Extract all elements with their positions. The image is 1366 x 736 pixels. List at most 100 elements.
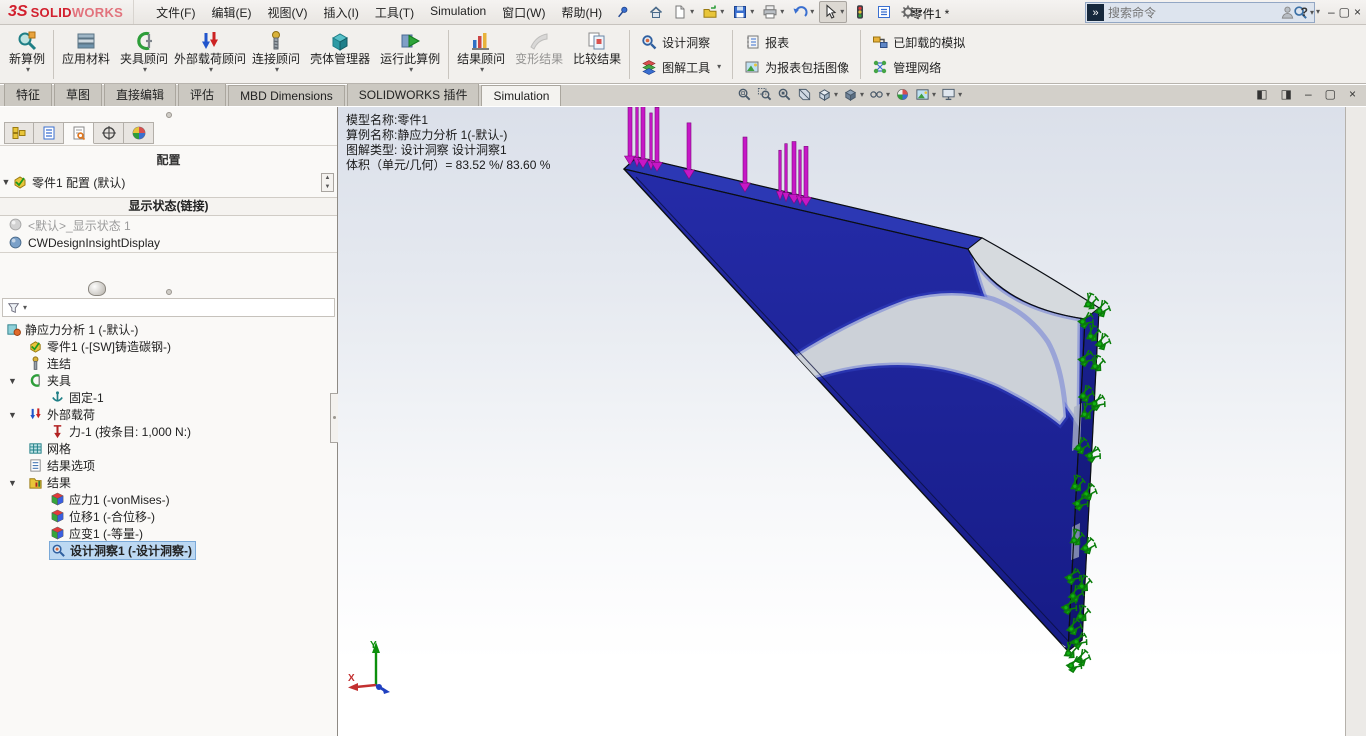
- part-model[interactable]: [624, 157, 1099, 651]
- report-image-button[interactable]: 为报表包括图像: [744, 59, 849, 76]
- tab-直接编辑[interactable]: 直接编辑: [104, 82, 176, 106]
- fixtures-advisor-button[interactable]: 夹具顾问▾: [115, 26, 173, 83]
- doc-restore-button[interactable]: ▢: [1323, 87, 1338, 101]
- open-icon[interactable]: ▾: [699, 1, 727, 23]
- commandmanager-tabrow: 特征草图直接编辑评估MBD DimensionsSOLIDWORKS 插件Sim…: [0, 85, 1366, 106]
- shell-manager-button[interactable]: 壳体管理器: [305, 26, 375, 83]
- deformed-result-button[interactable]: 变形结果: [510, 26, 568, 83]
- zoom-to-selection-icon[interactable]: [777, 87, 792, 102]
- display-state-row[interactable]: CWDesignInsightDisplay: [0, 234, 337, 252]
- configurations-header: 配置: [0, 151, 337, 168]
- view-orientation-icon[interactable]: ▾: [817, 87, 838, 102]
- configuration-root-row[interactable]: ▼ 零件1 配置 (默认): [0, 173, 337, 191]
- apply-scene-icon[interactable]: ▾: [915, 87, 936, 102]
- close-button[interactable]: ×: [1352, 5, 1363, 19]
- run-study-button[interactable]: 运行此算例▾: [375, 26, 445, 83]
- zoom-area-icon[interactable]: [757, 87, 772, 102]
- help-button[interactable]: ?: [1301, 5, 1308, 19]
- apply-material-button[interactable]: 应用材料: [57, 26, 115, 83]
- tree-item-结果选项[interactable]: 结果选项: [0, 457, 337, 474]
- panel-collapse-handle[interactable]: [330, 393, 338, 443]
- results-advisor-button[interactable]: 结果顾问▾: [452, 26, 510, 83]
- configuration-manager-icon[interactable]: [64, 122, 94, 144]
- hide-show-items-icon[interactable]: ▾: [869, 87, 890, 102]
- tab-评估[interactable]: 评估: [178, 82, 226, 106]
- tree-item-固定-1[interactable]: 固定-1: [0, 389, 337, 406]
- report-button[interactable]: 报表: [744, 34, 849, 51]
- tree-item-静应力分析 1 (-默认-)[interactable]: 静应力分析 1 (-默认-): [0, 321, 337, 338]
- tree-item-设计洞察1 (-设计洞察-)[interactable]: 设计洞察1 (-设计洞察-): [0, 542, 337, 559]
- home-icon[interactable]: [645, 1, 667, 23]
- tab-MBD Dimensions[interactable]: MBD Dimensions: [228, 85, 345, 106]
- display-style-icon[interactable]: ▾: [843, 87, 864, 102]
- undo-icon[interactable]: ▾: [789, 1, 817, 23]
- menu-7[interactable]: 帮助(H): [554, 0, 611, 25]
- expand-triangle-icon[interactable]: ▼: [8, 478, 17, 488]
- restore-button[interactable]: ▢: [1337, 5, 1352, 19]
- tab-SOLIDWORKS 插件[interactable]: SOLIDWORKS 插件: [347, 82, 480, 106]
- property-manager-icon[interactable]: [34, 122, 64, 144]
- tree-item-零件1 (-[SW]铸造碳钢-)[interactable]: 零件1 (-[SW]铸造碳钢-): [0, 338, 337, 355]
- external-loads-advisor-button[interactable]: 外部载荷顾问▾: [173, 26, 247, 83]
- view-settings-icon[interactable]: ▾: [941, 87, 962, 102]
- tab-特征[interactable]: 特征: [4, 82, 52, 106]
- menu-0[interactable]: 文件(F): [148, 0, 203, 25]
- tree-item-位移1 (-合位移-)[interactable]: 位移1 (-合位移-): [0, 508, 337, 525]
- select-cursor-icon[interactable]: ▾: [819, 1, 847, 23]
- menu-3[interactable]: 插入(I): [315, 0, 366, 25]
- search-input[interactable]: [1104, 6, 1293, 20]
- expand-triangle-icon[interactable]: ▼: [8, 410, 17, 420]
- doc-pane-left-button[interactable]: ◧: [1254, 87, 1269, 101]
- tree-item-外部载荷[interactable]: ▼外部载荷: [0, 406, 337, 423]
- compare-results-button[interactable]: 比较结果: [568, 26, 626, 83]
- zoom-fit-icon[interactable]: [737, 87, 752, 102]
- expand-triangle-icon[interactable]: ▼: [0, 177, 12, 187]
- new-document-icon[interactable]: ▾: [669, 1, 697, 23]
- graphics-viewport[interactable]: 模型名称:零件1算例名称:静应力分析 1(-默认-)图解类型: 设计洞察 设计洞…: [338, 107, 1345, 736]
- panel-splitter-top[interactable]: [0, 110, 337, 117]
- new-study-button[interactable]: 新算例▾: [4, 26, 50, 83]
- menu-1[interactable]: 编辑(E): [203, 0, 259, 25]
- manage-network-button[interactable]: 管理网络: [872, 59, 965, 76]
- filter-caret-icon[interactable]: ▾: [23, 304, 27, 312]
- model-canvas[interactable]: Y X: [338, 107, 1345, 736]
- tree-item-网格[interactable]: 网格: [0, 440, 337, 457]
- splitter-knob-icon[interactable]: [88, 281, 106, 296]
- doc-minimize-button[interactable]: –: [1303, 87, 1314, 101]
- panel-splitter-middle[interactable]: [0, 287, 337, 294]
- connections-advisor-button[interactable]: 连接顾问▾: [247, 26, 305, 83]
- tree-item-应力1 (-vonMises-)[interactable]: 应力1 (-vonMises-): [0, 491, 337, 508]
- tab-草图[interactable]: 草图: [54, 82, 102, 106]
- edit-appearance-icon[interactable]: [895, 87, 910, 102]
- tree-item-夹具[interactable]: ▼夹具: [0, 372, 337, 389]
- offloaded-simulation-button[interactable]: 已卸载的模拟: [872, 34, 965, 51]
- pin-icon[interactable]: [616, 5, 630, 19]
- dimxpert-manager-icon[interactable]: [94, 122, 124, 144]
- expand-triangle-icon[interactable]: ▼: [8, 376, 17, 386]
- tree-item-结果[interactable]: ▼结果: [0, 474, 337, 491]
- display-state-row[interactable]: <默认>_显示状态 1: [0, 216, 337, 234]
- display-manager-icon[interactable]: [124, 122, 154, 144]
- tree-item-连结[interactable]: 连结: [0, 355, 337, 372]
- filter-funnel-icon[interactable]: [7, 301, 21, 315]
- save-icon[interactable]: ▾: [729, 1, 757, 23]
- menu-6[interactable]: 窗口(W): [494, 0, 553, 25]
- plot-tools-button[interactable]: 图解工具▾: [641, 59, 721, 76]
- tab-Simulation[interactable]: Simulation: [481, 85, 561, 106]
- help-caret-icon[interactable]: ▾: [1316, 8, 1320, 16]
- reference-triad: Y X: [348, 640, 390, 694]
- minimize-button[interactable]: –: [1326, 5, 1337, 19]
- feature-manager-icon[interactable]: [4, 122, 34, 144]
- doc-close-button[interactable]: ×: [1347, 87, 1358, 101]
- user-icon[interactable]: [1280, 5, 1295, 20]
- menu-2[interactable]: 视图(V): [259, 0, 315, 25]
- menu-4[interactable]: 工具(T): [367, 0, 422, 25]
- tree-item-应变1 (-等量-)[interactable]: 应变1 (-等量-): [0, 525, 337, 542]
- tree-item-力-1 (按条目: 1,000 N:)[interactable]: 力-1 (按条目: 1,000 N:): [0, 423, 337, 440]
- menu-5[interactable]: Simulation: [422, 0, 494, 25]
- design-insight-button[interactable]: 设计洞察: [641, 34, 721, 51]
- doc-pane-right-button[interactable]: ◨: [1279, 87, 1294, 101]
- print-icon[interactable]: ▾: [759, 1, 787, 23]
- config-spinner[interactable]: ▲▼: [321, 173, 334, 192]
- section-view-icon[interactable]: [797, 87, 812, 102]
